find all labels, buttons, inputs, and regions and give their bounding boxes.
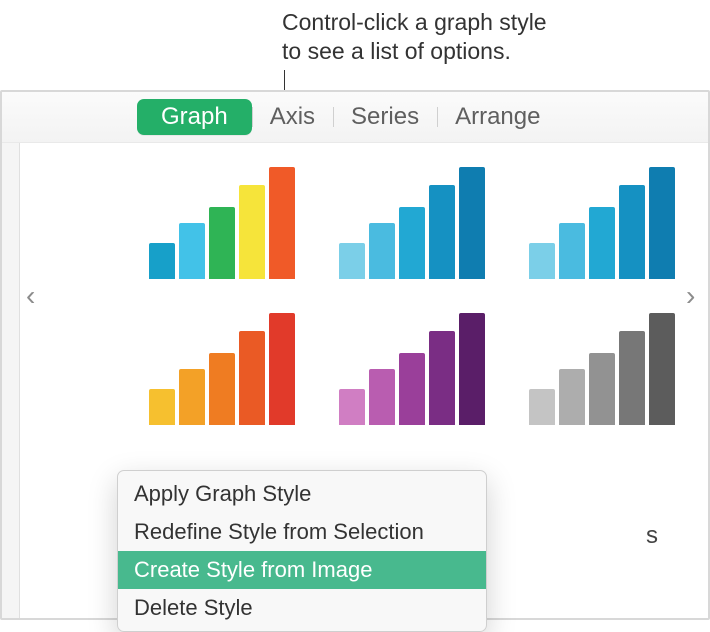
thumbnail-bar [269, 313, 295, 425]
canvas-gutter [2, 143, 20, 618]
thumbnail-bar [649, 167, 675, 279]
inspector-panel: Graph Axis Series Arrange ‹ › s Apply Gr… [0, 90, 710, 620]
thumbnail-bar [239, 331, 265, 425]
tab-axis[interactable]: Axis [252, 99, 333, 135]
menu-redefine-style[interactable]: Redefine Style from Selection [118, 513, 486, 551]
thumbnail-bar [459, 167, 485, 279]
thumbnail-bar [209, 207, 235, 279]
graph-style-thumbnail[interactable] [522, 305, 682, 425]
thumbnail-bar [559, 223, 585, 279]
thumbnail-bar [619, 185, 645, 279]
thumbnail-bar [529, 243, 555, 279]
thumbnail-bar [399, 207, 425, 279]
thumbnail-bar [649, 313, 675, 425]
callout-line-1: Control-click a graph style [282, 8, 547, 37]
thumbnail-bar [209, 353, 235, 425]
gallery-next-arrow[interactable]: › [686, 283, 702, 309]
inspector-tabbar: Graph Axis Series Arrange [2, 92, 708, 143]
context-menu: Apply Graph Style Redefine Style from Se… [117, 470, 487, 632]
tab-arrange[interactable]: Arrange [437, 99, 558, 135]
thumbnail-bar [369, 223, 395, 279]
thumbnail-bar [339, 389, 365, 425]
thumbnail-bar [179, 223, 205, 279]
thumbnail-bar [559, 369, 585, 425]
callout-text: Control-click a graph style to see a lis… [282, 8, 547, 66]
menu-create-style-from-image[interactable]: Create Style from Image [118, 551, 486, 589]
thumbnail-bar [589, 207, 615, 279]
thumbnail-bar [369, 369, 395, 425]
thumbnail-bar [179, 369, 205, 425]
graph-style-thumbnail[interactable] [142, 305, 302, 425]
thumbnail-bar [529, 389, 555, 425]
graph-options-fragment: s [646, 522, 658, 550]
thumbnail-bar [269, 167, 295, 279]
thumbnail-bar [619, 331, 645, 425]
thumbnail-bar [429, 331, 455, 425]
tab-series[interactable]: Series [333, 99, 437, 135]
thumbnail-bar [239, 185, 265, 279]
style-gallery [142, 159, 676, 425]
thumbnail-bar [399, 353, 425, 425]
thumbnail-bar [149, 243, 175, 279]
thumbnail-bar [459, 313, 485, 425]
graph-style-thumbnail[interactable] [332, 159, 492, 279]
menu-delete-style[interactable]: Delete Style [118, 589, 486, 627]
thumbnail-bar [429, 185, 455, 279]
gallery-prev-arrow[interactable]: ‹ [26, 283, 42, 309]
graph-style-thumbnail[interactable] [142, 159, 302, 279]
callout-line-2: to see a list of options. [282, 37, 547, 66]
thumbnail-bar [149, 389, 175, 425]
graph-style-thumbnail[interactable] [332, 305, 492, 425]
tab-graph[interactable]: Graph [137, 99, 252, 135]
thumbnail-bar [339, 243, 365, 279]
menu-apply-graph-style[interactable]: Apply Graph Style [118, 475, 486, 513]
thumbnail-bar [589, 353, 615, 425]
graph-style-thumbnail[interactable] [522, 159, 682, 279]
